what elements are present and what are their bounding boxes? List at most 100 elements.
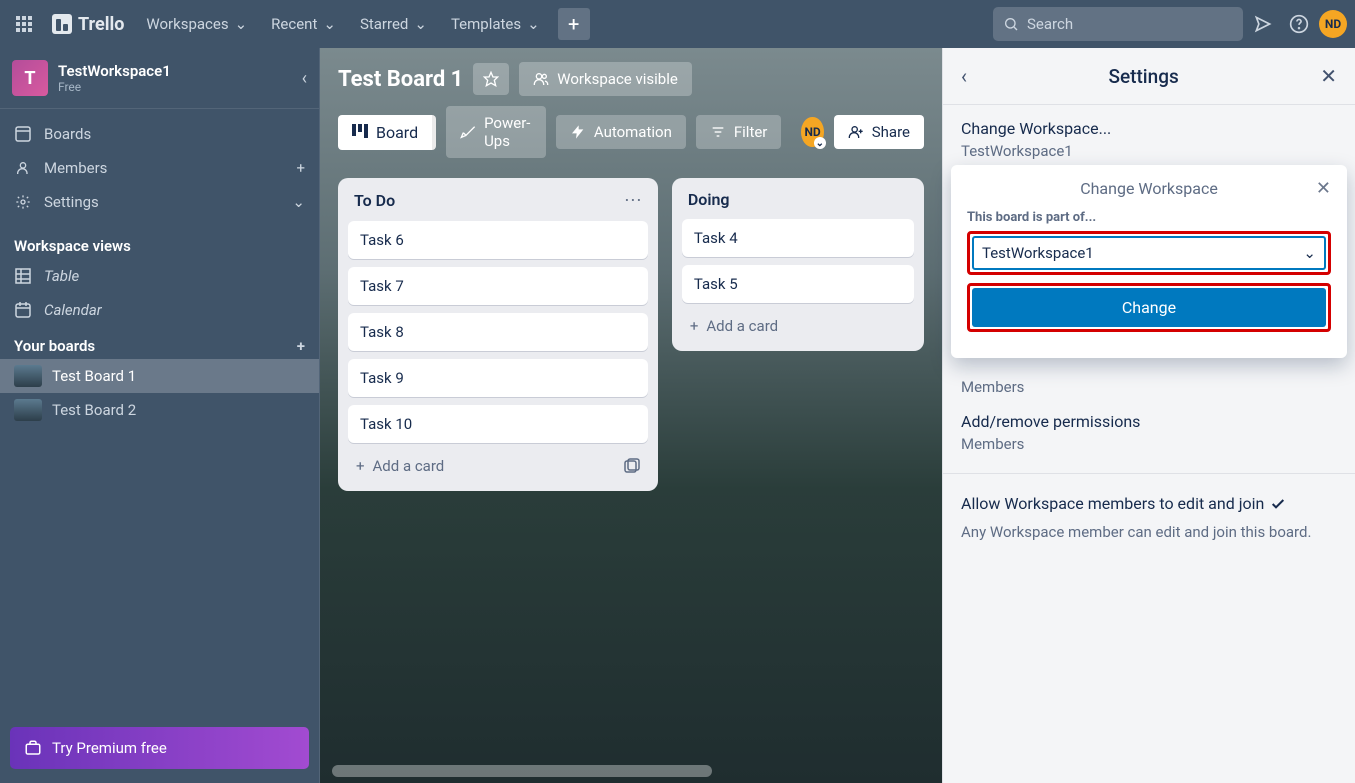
search-input[interactable] [1027,15,1233,33]
sidebar-item-members[interactable]: Members + [0,151,319,185]
card[interactable]: Task 9 [348,359,648,397]
sidebar-item-settings[interactable]: Settings ⌄ [0,185,319,219]
sidebar-board-item[interactable]: Test Board 1 [0,359,319,393]
panel-close-button[interactable]: ✕ [1320,64,1337,88]
template-icon[interactable] [624,458,640,474]
list-menu-icon[interactable]: ⋯ [624,190,642,211]
nav-templates[interactable]: Templates⌄ [441,9,550,39]
briefcase-icon [24,739,42,757]
sidebar: T TestWorkspace1 Free ‹ Boards Members +… [0,48,320,783]
board-thumbnail [14,399,42,421]
list-title[interactable]: Doing [688,190,730,209]
chevron-down-icon: ⌄ [527,15,540,33]
create-button[interactable]: + [558,8,590,40]
table-icon [14,268,32,284]
workspace-plan: Free [58,80,171,94]
search-icon [1003,16,1019,32]
star-board-button[interactable] [473,63,509,95]
check-icon [1270,496,1286,512]
settings-panel: ‹ Settings ✕ Change Workspace... TestWor… [942,48,1355,783]
sidebar-item-boards[interactable]: Boards [0,117,319,151]
chevron-down-icon[interactable]: ⌄ [292,193,305,211]
apps-grid-icon[interactable] [8,8,40,40]
rocket-icon [460,124,476,140]
nav-recent[interactable]: Recent⌄ [261,9,346,39]
board-view-button[interactable]: Board [338,115,432,150]
view-switcher: Board ⌄ [338,115,436,150]
your-boards-heading: Your boards + [0,327,319,359]
nav-workspaces[interactable]: Workspaces⌄ [136,9,257,39]
card[interactable]: Task 5 [682,265,914,303]
horizontal-scrollbar[interactable] [332,765,712,777]
workspace-name: TestWorkspace1 [58,62,171,80]
chevron-down-icon: ⌄ [1303,244,1316,262]
user-avatar[interactable]: ND [1319,10,1347,38]
allow-edit-description: Any Workspace member can edit and join t… [961,521,1337,544]
filter-icon [710,124,726,140]
addremove-value: Members [961,435,1337,453]
board-member-avatar[interactable]: ND⌄ [801,117,823,147]
notifications-icon[interactable] [1247,8,1279,40]
panel-title: Settings [1108,65,1178,88]
card[interactable]: Task 7 [348,267,648,305]
chevron-down-icon: ⌄ [414,15,427,33]
gear-icon [14,194,32,210]
sidebar-view-calendar[interactable]: Calendar [0,293,319,327]
card[interactable]: Task 8 [348,313,648,351]
popover-field-label: This board is part of... [967,210,1331,225]
search-box[interactable] [993,7,1243,41]
change-button[interactable]: Change [972,288,1326,327]
board-title[interactable]: Test Board 1 [338,67,463,92]
logo-text: Trello [78,14,124,35]
add-card-button[interactable]: +Add a card [682,311,914,341]
change-workspace-link[interactable]: Change Workspace... [961,119,1337,138]
highlight-select: TestWorkspace1 ⌄ [967,231,1331,275]
chevron-down-icon: ⌄ [235,15,248,33]
add-member-icon[interactable]: + [296,159,305,177]
visibility-button[interactable]: Workspace visible [519,62,692,96]
board-icon [14,126,32,142]
nav-starred[interactable]: Starred⌄ [350,9,437,39]
chevron-down-icon: ⌄ [323,15,336,33]
try-premium-button[interactable]: Try Premium free [10,727,309,769]
plus-icon: + [356,457,365,475]
workspace-tile: T [12,60,48,96]
add-board-icon[interactable]: + [297,337,305,355]
trello-logo[interactable]: Trello [44,14,132,35]
card[interactable]: Task 6 [348,221,648,259]
board-icon [352,124,368,140]
board-area: Test Board 1 Workspace visible Board ⌄ P… [320,48,942,783]
current-workspace-label: TestWorkspace1 [961,142,1337,160]
list: To Do ⋯ Task 6 Task 7 Task 8 Task 9 Task 10 +Ad… [338,178,658,491]
bolt-icon [570,124,586,140]
share-button[interactable]: Share [834,115,924,149]
people-icon [533,71,549,87]
popover-title: Change Workspace [1080,179,1218,198]
workspace-views-heading: Workspace views [0,227,319,259]
automation-button[interactable]: Automation [556,115,686,149]
plus-icon: + [690,317,699,335]
addremove-permissions-link[interactable]: Add/remove permissions [961,412,1337,431]
popover-close-icon[interactable]: ✕ [1316,178,1331,199]
help-icon[interactable] [1283,8,1315,40]
allow-edit-toggle[interactable]: Allow Workspace members to edit and join [961,494,1337,513]
board-thumbnail [14,365,42,387]
calendar-icon [14,302,32,318]
workspace-select[interactable]: TestWorkspace1 ⌄ [972,236,1326,270]
add-card-button[interactable]: +Add a card [348,451,648,481]
change-workspace-popover: Change Workspace ✕ This board is part of… [951,165,1347,358]
list: Doing Task 4 Task 5 +Add a card [672,178,924,351]
collapse-sidebar-icon[interactable]: ‹ [302,68,307,89]
sidebar-view-table[interactable]: Table [0,259,319,293]
powerups-button[interactable]: Power-Ups [446,106,546,158]
add-user-icon [848,124,864,140]
trello-icon [52,14,72,34]
highlight-button: Change [967,283,1331,332]
card[interactable]: Task 4 [682,219,914,257]
filter-button[interactable]: Filter [696,115,782,149]
panel-back-button[interactable]: ‹ [961,64,967,88]
view-dropdown-button[interactable]: ⌄ [432,115,436,150]
card[interactable]: Task 10 [348,405,648,443]
sidebar-board-item[interactable]: Test Board 2 [0,393,319,427]
list-title[interactable]: To Do [354,191,395,210]
